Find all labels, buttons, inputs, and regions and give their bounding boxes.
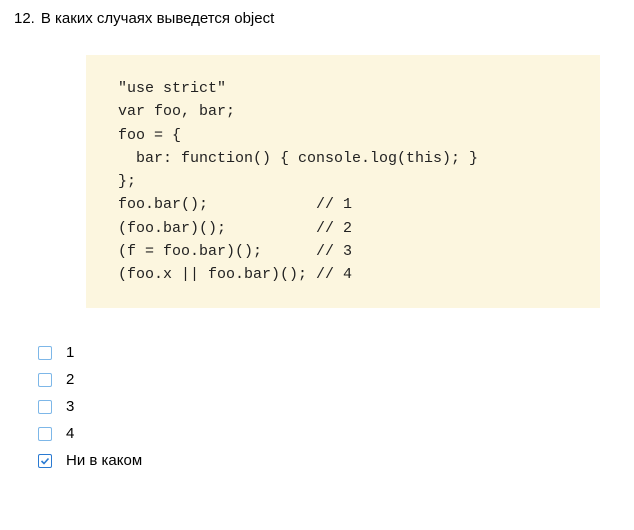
checkbox-icon[interactable] — [38, 373, 52, 387]
question-text: В каких случаях выведется object — [41, 10, 274, 27]
option-label: 3 — [66, 398, 74, 415]
checkbox-icon[interactable] — [38, 427, 52, 441]
option-none[interactable]: Ни в каком — [38, 452, 620, 469]
option-label: 1 — [66, 344, 74, 361]
option-3[interactable]: 3 — [38, 398, 620, 415]
question-number: 12. — [14, 10, 35, 27]
checkbox-icon[interactable] — [38, 346, 52, 360]
option-2[interactable]: 2 — [38, 371, 620, 388]
checkbox-icon[interactable] — [38, 454, 52, 468]
question-header: 12. В каких случаях выведется object — [14, 10, 620, 27]
option-label: 2 — [66, 371, 74, 388]
checkbox-icon[interactable] — [38, 400, 52, 414]
option-label: 4 — [66, 425, 74, 442]
option-4[interactable]: 4 — [38, 425, 620, 442]
options-list: 1 2 3 4 Ни в каком — [38, 344, 620, 469]
option-1[interactable]: 1 — [38, 344, 620, 361]
option-label: Ни в каком — [66, 452, 142, 469]
code-block: "use strict" var foo, bar; foo = { bar: … — [86, 55, 600, 308]
